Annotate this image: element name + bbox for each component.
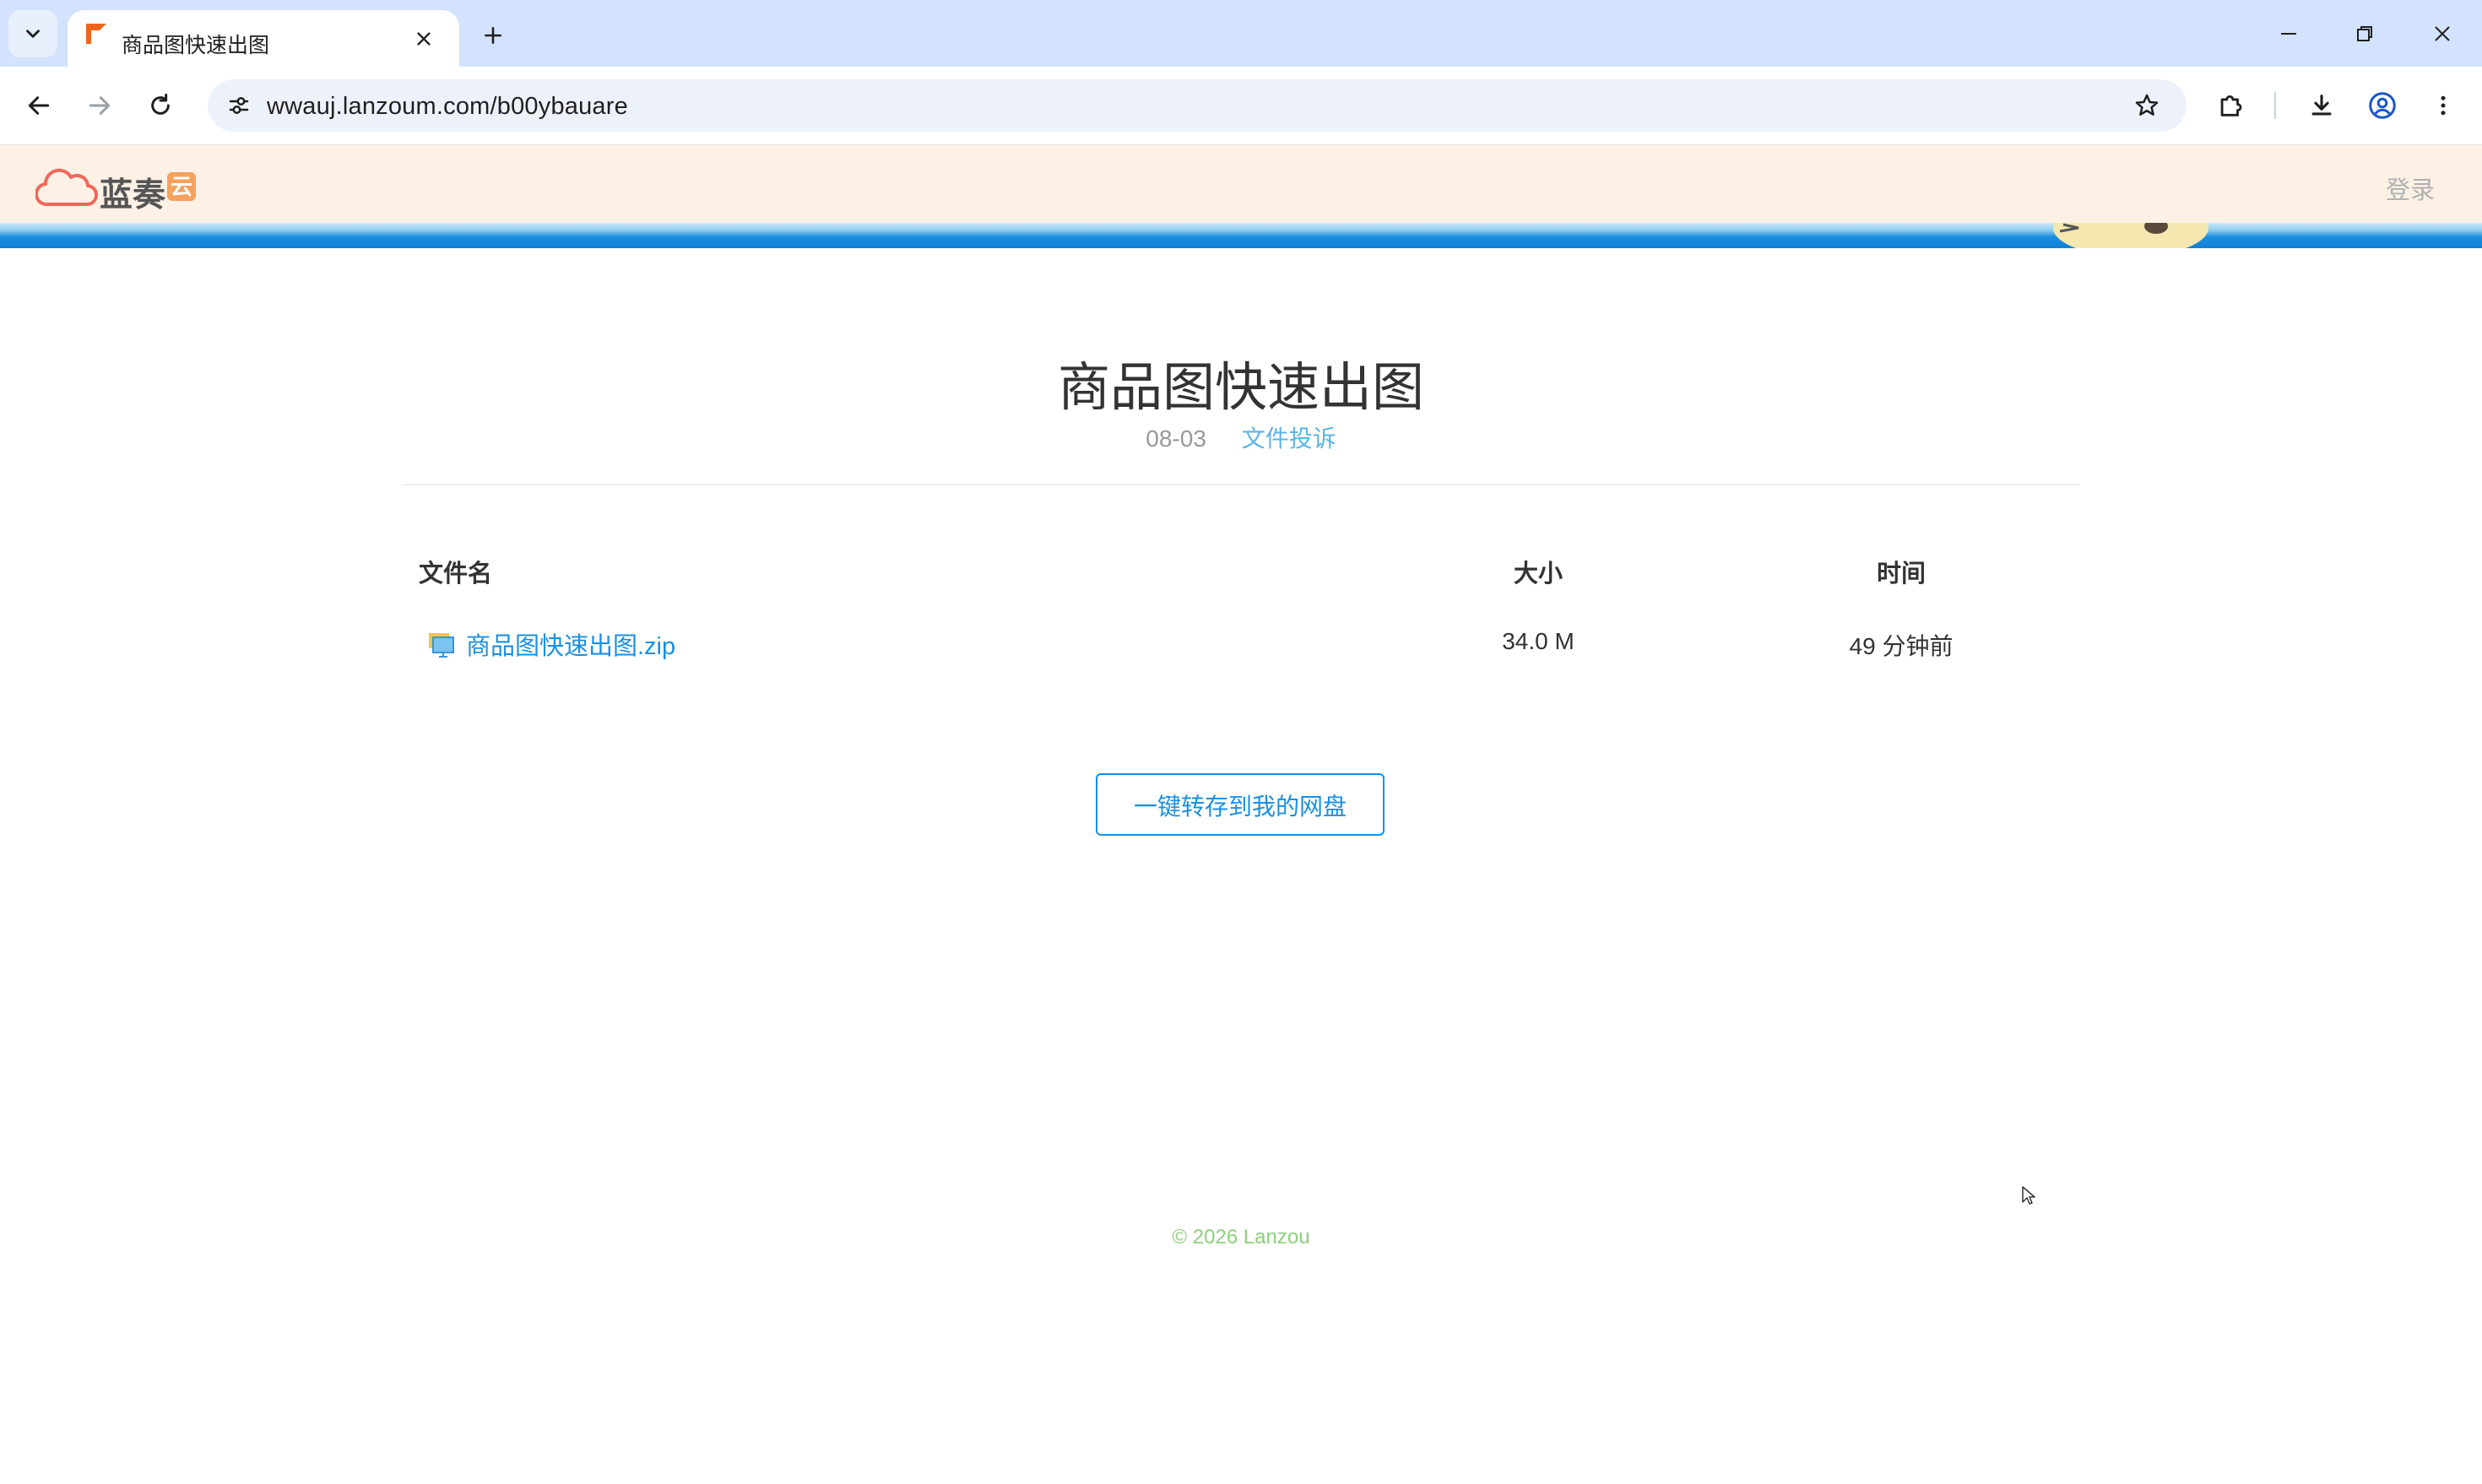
table-row: 商品图快速出图.zip 34.0 M 49 分钟前 [0,625,2482,665]
extensions-button[interactable] [2210,85,2251,126]
report-file-link[interactable]: 文件投诉 [1242,425,1336,452]
tune-icon [229,97,249,114]
logo-badge: 云 [167,172,196,201]
arrow-left-icon [28,96,50,115]
file-meta: 08-03 文件投诉 [0,420,2482,454]
download-icon [2311,95,2332,116]
browser-menu-button[interactable] [2423,85,2463,126]
tab-search-button[interactable] [8,10,57,57]
forward-button[interactable] [79,85,120,126]
account-icon [2369,92,2396,119]
puzzle-icon [2220,95,2242,116]
toolbar-separator [2274,92,2276,119]
file-time: 49 分钟前 [1849,633,1954,659]
arrow-right-icon [89,96,111,115]
chevron-down-icon [26,30,40,38]
profile-button[interactable] [2362,85,2403,126]
restore-button[interactable] [2340,14,2389,54]
close-icon [417,32,431,46]
mouse-cursor-icon [2022,1186,2035,1205]
site-logo[interactable]: 蓝奏 云 [35,167,198,214]
downloads-button[interactable] [2301,85,2342,126]
plus-icon [485,27,501,44]
share-date: 08-03 [1146,425,1206,452]
site-info-button[interactable] [219,86,258,125]
close-window-button[interactable] [2418,14,2467,54]
minimize-icon [2281,33,2296,35]
back-button[interactable] [19,85,59,126]
bookmark-button[interactable] [2127,86,2166,125]
file-size: 34.0 M [1502,628,1574,654]
url-text[interactable]: wwauj.lanzoum.com/b00ybauare [267,93,628,121]
page-title: 商品图快速出图 [1057,359,1424,417]
cloud-logo-icon [35,168,98,207]
close-tab-button[interactable] [407,22,441,56]
new-tab-button[interactable] [474,17,512,54]
reload-icon [151,93,170,115]
close-icon [2435,26,2450,41]
logo-text: 蓝奏 [100,177,166,214]
restore-icon [2357,26,2372,41]
tab-title: 商品图快速出图 [122,34,270,57]
lanzou-favicon-icon [86,24,106,44]
zip-file-icon [429,633,454,658]
browser-toolbar: wwauj.lanzoum.com/b00ybauare [0,67,2482,145]
active-tab[interactable]: 商品图快速出图 [68,10,459,67]
login-link[interactable]: 登录 [2386,171,2435,206]
column-header-name: 文件名 [419,561,493,588]
reload-button[interactable] [140,85,181,126]
browser-tab-strip: 商品图快速出图 [0,0,2482,67]
minimize-button[interactable] [2264,14,2313,54]
star-icon [2135,94,2159,116]
divider [402,484,2080,485]
address-bar[interactable]: wwauj.lanzoum.com/b00ybauare [208,79,2187,132]
save-to-cloud-button[interactable]: 一键转存到我的网盘 [1096,773,1385,836]
footer-copyright: © 2026 Lanzou [1172,1226,1310,1248]
site-header: 蓝奏 云 登录 [0,145,2482,223]
file-name-link[interactable]: 商品图快速出图.zip [466,626,675,662]
column-header-time: 时间 [1876,561,1926,588]
kebab-menu-icon [2441,95,2446,116]
mascot-decoration-icon [2053,223,2208,248]
column-header-size: 大小 [1513,561,1563,588]
header-banner [0,223,2482,248]
